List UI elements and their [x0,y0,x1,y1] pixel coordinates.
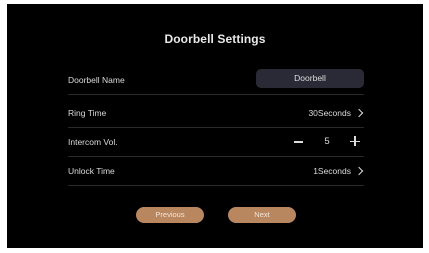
ring-time-selector[interactable]: 30Seconds [308,108,364,118]
intercom-vol-stepper: 5 [292,133,362,149]
doorbell-settings-screen: Doorbell Settings Doorbell Name Doorbell… [7,4,423,248]
ring-time-row[interactable]: Ring Time 30Seconds [68,101,364,128]
chevron-right-icon [354,166,364,176]
chevron-right-icon [354,108,364,118]
page-title: Doorbell Settings [164,32,266,46]
doorbell-name-field[interactable]: Doorbell [256,69,364,88]
intercom-vol-row: Intercom Vol. 5 [68,130,364,157]
doorbell-name-label: Doorbell Name [68,75,125,85]
ring-time-value: 30Seconds [308,108,351,118]
ring-time-label: Ring Time [68,108,107,118]
doorbell-name-row: Doorbell Name Doorbell [68,68,364,95]
intercom-vol-label: Intercom Vol. [68,137,118,147]
next-button[interactable]: Next [228,207,296,223]
unlock-time-selector[interactable]: 1Seconds [313,166,364,176]
unlock-time-label: Unlock Time [68,166,115,176]
intercom-vol-value: 5 [324,136,330,147]
plus-icon[interactable] [350,136,360,146]
unlock-time-row[interactable]: Unlock Time 1Seconds [68,159,364,186]
minus-icon[interactable] [294,141,303,143]
previous-button[interactable]: Previous [136,207,204,223]
unlock-time-value: 1Seconds [313,166,351,176]
